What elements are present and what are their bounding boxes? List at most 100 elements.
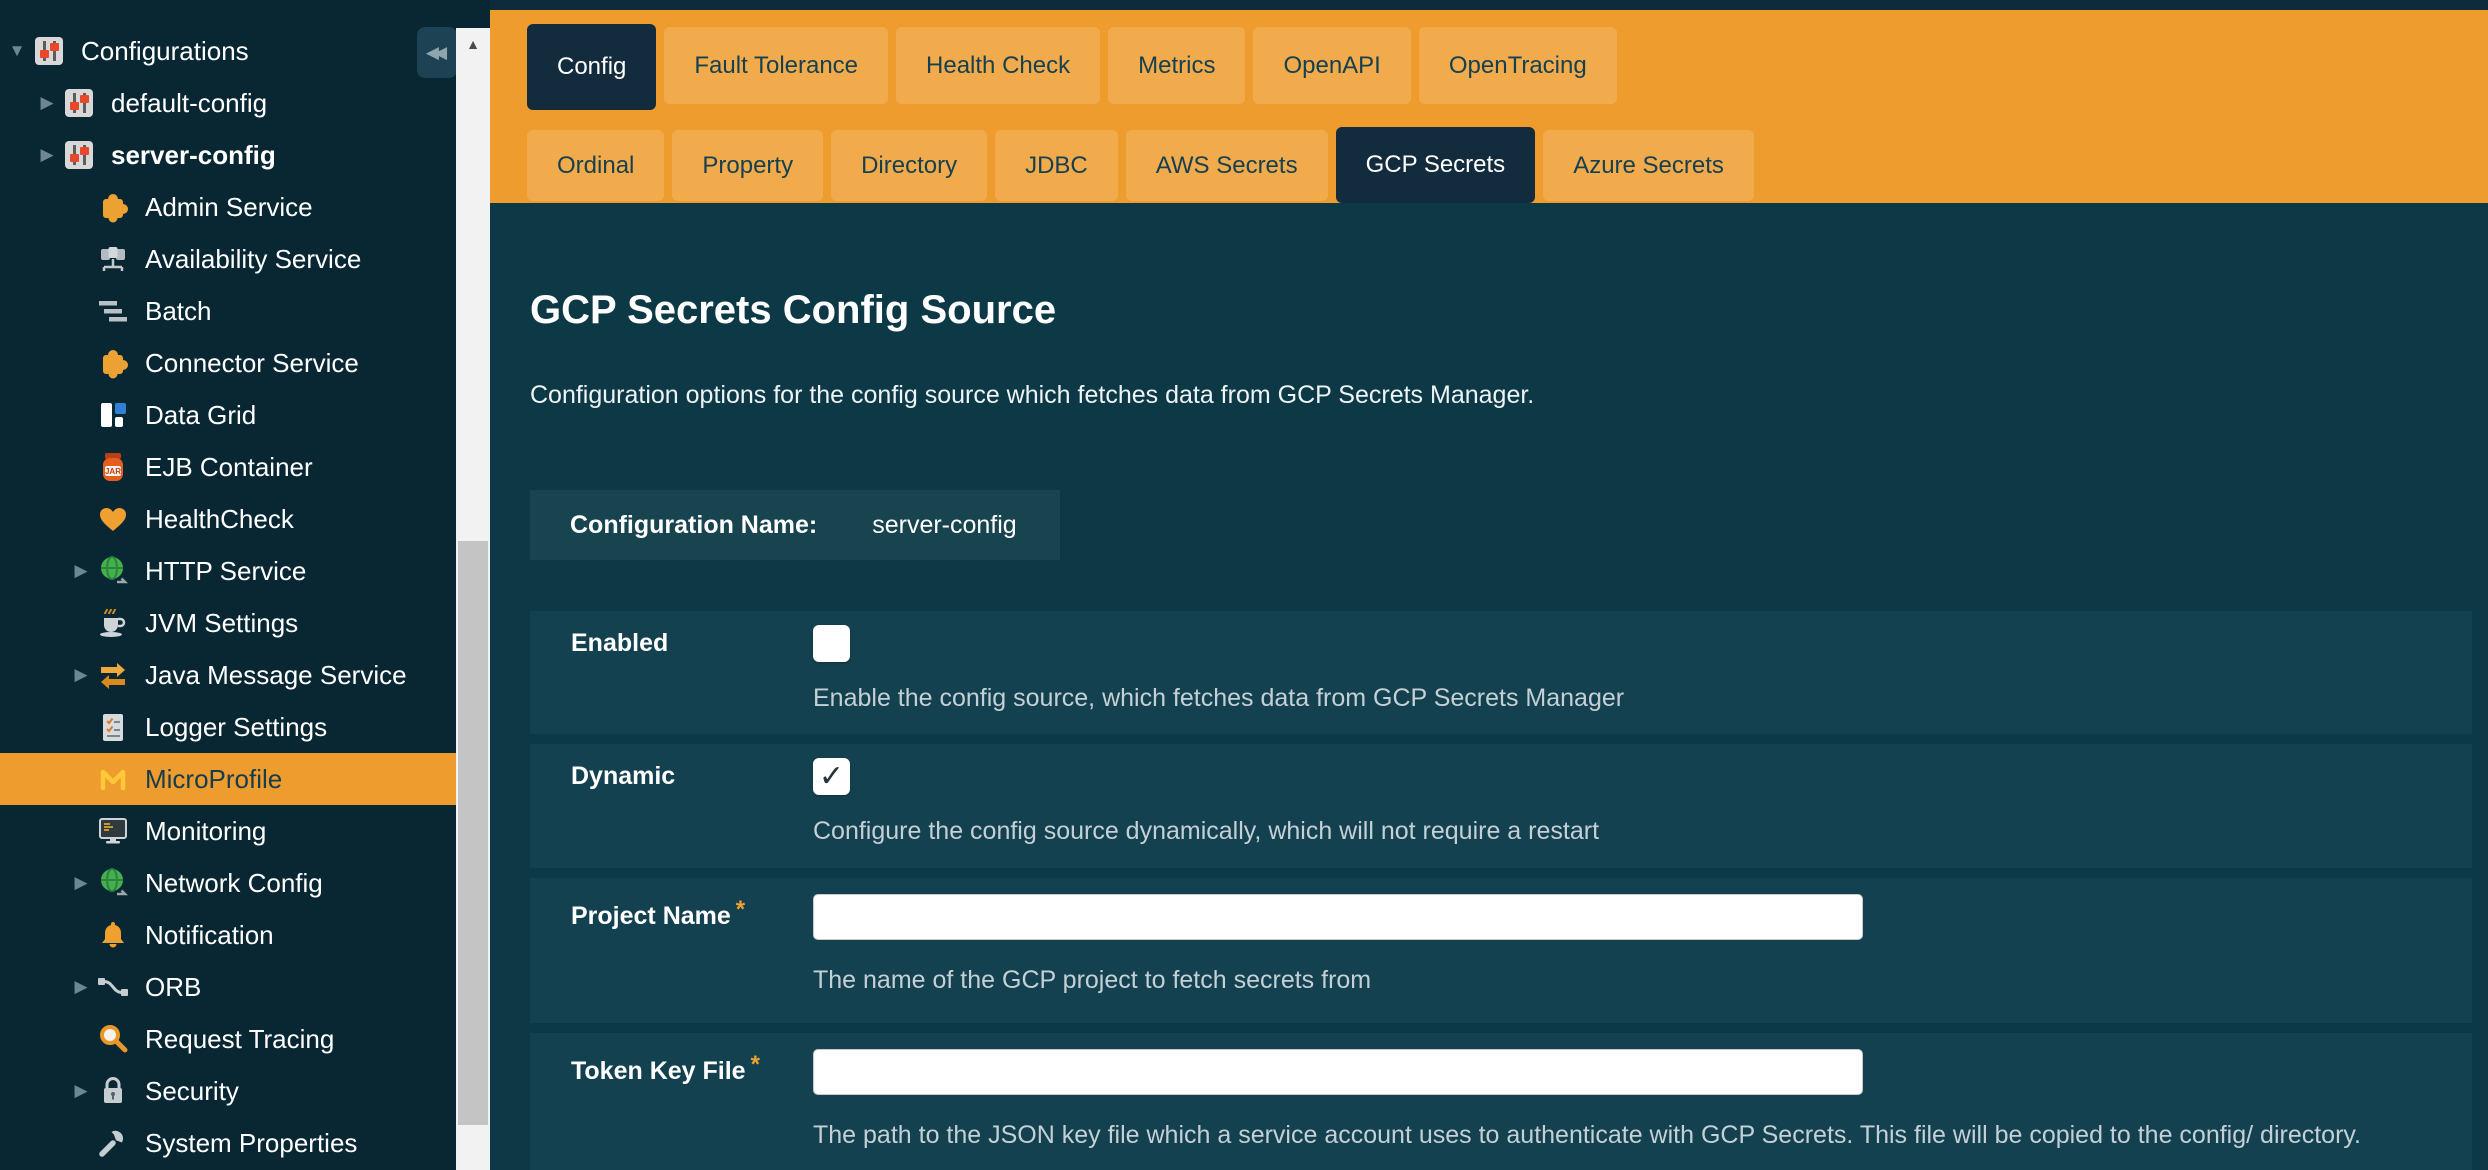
project-name-label: Project Name (571, 902, 731, 930)
sidebar-item-configurations[interactable]: ▼ Configurations (0, 25, 456, 77)
tab-health-check[interactable]: Health Check (896, 27, 1100, 104)
sidebar-item-batch[interactable]: Batch (0, 285, 456, 337)
config-icon (62, 138, 96, 172)
tree-item-label: System Properties (145, 1128, 357, 1159)
field-row-token-key-file: Token Key File* The path to the JSON key… (530, 1033, 2472, 1170)
configuration-name-label: Configuration Name: (570, 511, 817, 540)
tab-gcp-secrets[interactable]: GCP Secrets (1336, 127, 1536, 203)
scroll-up-icon[interactable]: ▲ (456, 28, 490, 60)
tree-item-label: EJB Container (145, 452, 313, 483)
sidebar-item-logger-settings[interactable]: Logger Settings (0, 701, 456, 753)
tree-collapsed-icon[interactable]: ▶ (66, 873, 96, 893)
enabled-help-text: Enable the config source, which fetches … (813, 684, 2472, 713)
tree-item-label: Admin Service (145, 192, 313, 223)
tab-jdbc[interactable]: JDBC (995, 130, 1118, 201)
sidebar-item-http-service[interactable]: ▶ HTTP Service (0, 545, 456, 597)
tab-azure-secrets[interactable]: Azure Secrets (1543, 130, 1754, 201)
enabled-label: Enabled (571, 611, 813, 734)
tree-collapsed-icon[interactable]: ▶ (66, 977, 96, 997)
enabled-checkbox[interactable] (813, 625, 850, 662)
puzzle-icon (96, 190, 130, 224)
clipboard-icon (96, 710, 130, 744)
sidebar-item-connector-service[interactable]: Connector Service (0, 337, 456, 389)
tab-openapi[interactable]: OpenAPI (1253, 27, 1410, 104)
tree-collapsed-icon[interactable]: ▶ (66, 561, 96, 581)
cluster-icon (96, 242, 130, 276)
tree-item-label: server-config (111, 140, 276, 171)
tab-metrics[interactable]: Metrics (1108, 27, 1245, 104)
sidebar-item-availability-service[interactable]: Availability Service (0, 233, 456, 285)
tab-ordinal[interactable]: Ordinal (527, 130, 664, 201)
scrollbar-thumb[interactable] (458, 541, 488, 1125)
sidebar-item-default-config[interactable]: ▶ default-config (0, 77, 456, 129)
dynamic-checkbox[interactable]: ✓ (813, 758, 850, 795)
dynamic-help-text: Configure the config source dynamically,… (813, 817, 2472, 846)
tree-collapsed-icon[interactable]: ▶ (66, 665, 96, 685)
page-title: GCP Secrets Config Source (530, 287, 2472, 333)
tree-item-label: Data Grid (145, 400, 256, 431)
token-key-file-label: Token Key File (571, 1057, 746, 1085)
sidebar-item-java-message-service[interactable]: ▶ Java Message Service (0, 649, 456, 701)
sidebar-item-server-config[interactable]: ▶ server-config (0, 129, 456, 181)
tree-item-label: Monitoring (145, 816, 266, 847)
top-strip (490, 0, 2488, 10)
tab-fault-tolerance[interactable]: Fault Tolerance (664, 27, 888, 104)
tree-item-label: MicroProfile (145, 764, 282, 795)
sidebar-item-ejb-container[interactable]: EJB Container (0, 441, 456, 493)
token-key-file-input[interactable] (813, 1049, 1863, 1095)
sidebar-item-network-config[interactable]: ▶ Network Config (0, 857, 456, 909)
sidebar-scrollbar[interactable]: ▲ (456, 28, 490, 1170)
sidebar-item-jvm-settings[interactable]: JVM Settings (0, 597, 456, 649)
sidebar-collapse-button[interactable]: ◀◀ (417, 27, 457, 78)
tree-expanded-icon[interactable]: ▼ (2, 41, 32, 61)
sidebar-item-security[interactable]: ▶ Security (0, 1065, 456, 1117)
tab-aws-secrets[interactable]: AWS Secrets (1126, 130, 1328, 201)
secondary-tab-bar: Ordinal Property Directory JDBC AWS Secr… (527, 130, 1754, 203)
sidebar-item-orb[interactable]: ▶ ORB (0, 961, 456, 1013)
config-icon (32, 34, 66, 68)
sidebar-item-system-properties[interactable]: System Properties (0, 1117, 456, 1169)
batch-icon (96, 294, 130, 328)
tree-collapsed-icon[interactable]: ▶ (32, 93, 62, 113)
tab-opentracing[interactable]: OpenTracing (1419, 27, 1617, 104)
content-area: Config Fault Tolerance Health Check Metr… (490, 0, 2488, 1170)
grid-icon (96, 398, 130, 432)
tree-collapsed-icon[interactable]: ▶ (32, 145, 62, 165)
sidebar-item-notification[interactable]: Notification (0, 909, 456, 961)
required-asterisk: * (736, 896, 745, 923)
field-row-project-name: Project Name* The name of the GCP projec… (530, 878, 2472, 1023)
config-icon (62, 86, 96, 120)
tree-item-label: Java Message Service (145, 660, 407, 691)
project-name-input[interactable] (813, 894, 1863, 940)
magnifier-icon (96, 1022, 130, 1056)
monitor-icon (96, 814, 130, 848)
main-panel: GCP Secrets Config Source Configuration … (490, 287, 2488, 1170)
token-key-file-help-text: The path to the JSON key file which a se… (813, 1121, 2472, 1150)
sidebar: ▼ Configurations ▶ default-config ▶ serv… (0, 0, 490, 1170)
tab-property[interactable]: Property (672, 130, 823, 201)
configuration-name-value: server-config (872, 511, 1017, 540)
tree-item-label: ORB (145, 972, 201, 1003)
tree-collapsed-icon[interactable]: ▶ (66, 1081, 96, 1101)
tab-config[interactable]: Config (527, 24, 656, 110)
sidebar-item-microprofile[interactable]: MicroProfile (0, 753, 456, 805)
sidebar-item-monitoring[interactable]: Monitoring (0, 805, 456, 857)
tree-item-label: Availability Service (145, 244, 361, 275)
required-asterisk: * (751, 1051, 760, 1078)
project-name-help-text: The name of the GCP project to fetch sec… (813, 966, 2472, 995)
arrows-exchange-icon (96, 658, 130, 692)
sidebar-item-data-grid[interactable]: Data Grid (0, 389, 456, 441)
tree-item-label: Configurations (81, 36, 249, 67)
tree-item-label: Connector Service (145, 348, 359, 379)
globe-icon (96, 554, 130, 588)
page-description: Configuration options for the config sou… (530, 380, 2472, 410)
collapse-chevrons-icon: ◀◀ (426, 43, 442, 63)
jar-icon (96, 450, 130, 484)
tree-item-label: Request Tracing (145, 1024, 334, 1055)
sidebar-item-admin-service[interactable]: Admin Service (0, 181, 456, 233)
tab-directory[interactable]: Directory (831, 130, 987, 201)
sidebar-item-request-tracing[interactable]: Request Tracing (0, 1013, 456, 1065)
cable-icon (96, 970, 130, 1004)
sidebar-item-healthcheck[interactable]: HealthCheck (0, 493, 456, 545)
check-icon: ✓ (819, 762, 844, 792)
